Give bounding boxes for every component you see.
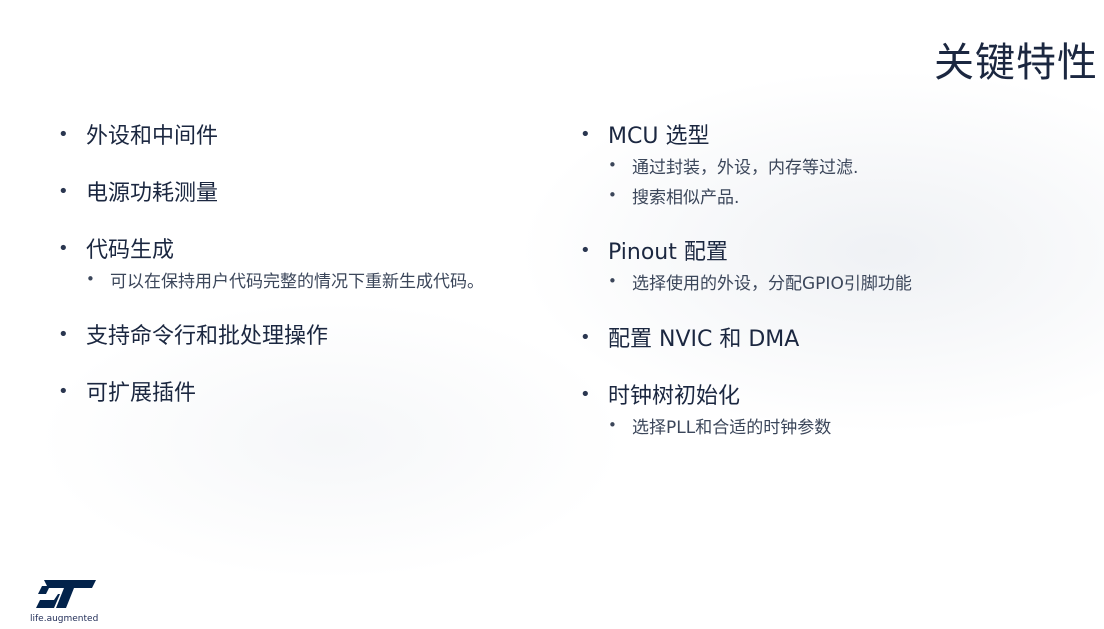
sub-bullet-label: 选择PLL和合适的时钟参数 — [632, 417, 832, 438]
sub-bullet-item: • 选择PLL和合适的时钟参数 — [580, 410, 1080, 440]
bullet-label: 代码生成 — [86, 238, 175, 263]
bullet-icon: • — [58, 323, 69, 345]
right-bullet-list: • MCU 选型 • 通过封装，外设，内存等过滤. • 搜索相似产品. • Pi… — [580, 118, 1080, 440]
sub-bullet-item: • 可以在保持用户代码完整的情况下重新生成代码。 — [58, 264, 538, 294]
sub-bullet-label: 可以在保持用户代码完整的情况下重新生成代码。 — [110, 271, 484, 292]
bullet-icon: • — [58, 180, 69, 202]
bullet-item: • Pinout 配置 — [580, 234, 1080, 266]
bullet-item: • 配置 NVIC 和 DMA — [580, 321, 1080, 353]
bullet-item: • 代码生成 — [58, 232, 538, 264]
bullet-label: Pinout 配置 — [608, 240, 728, 265]
bullet-item: • 可扩展插件 — [58, 375, 538, 407]
sub-bullet-label: 通过封装，外设，内存等过滤. — [632, 157, 859, 178]
bullet-item: • 支持命令行和批处理操作 — [58, 318, 538, 350]
bullet-label: 电源功耗测量 — [86, 181, 219, 206]
bullet-item: • MCU 选型 — [580, 118, 1080, 150]
bullet-item: • 电源功耗测量 — [58, 175, 538, 207]
bullet-label: 可扩展插件 — [86, 381, 197, 406]
sub-bullet-icon: • — [608, 186, 617, 204]
logo-tagline: life.augmented — [30, 614, 99, 624]
bullet-label: MCU 选型 — [608, 124, 710, 149]
bullet-icon: • — [580, 326, 591, 348]
sub-bullet-item: • 搜索相似产品. — [580, 180, 1080, 210]
bullet-label: 配置 NVIC 和 DMA — [608, 327, 800, 352]
sub-bullet-item: • 选择使用的外设，分配GPIO引脚功能 — [580, 266, 1080, 296]
bullet-icon: • — [58, 123, 69, 145]
sub-bullet-label: 搜索相似产品. — [632, 187, 740, 208]
left-bullet-list: • 外设和中间件 • 电源功耗测量 • 代码生成 • 可以在保持用户代码完整的情… — [58, 118, 538, 407]
bullet-icon: • — [58, 237, 69, 259]
sub-bullet-icon: • — [608, 156, 617, 174]
bullet-item: • 时钟树初始化 — [580, 378, 1080, 410]
sub-bullet-icon: • — [608, 272, 617, 290]
bullet-icon: • — [58, 380, 69, 402]
sub-bullet-icon: • — [86, 270, 95, 288]
bullet-icon: • — [580, 383, 591, 405]
slide-title: 关键特性 — [934, 40, 1098, 86]
bullet-item: • 外设和中间件 — [58, 118, 538, 150]
bullet-icon: • — [580, 123, 591, 145]
bullet-label: 时钟树初始化 — [608, 384, 741, 409]
bullet-icon: • — [580, 239, 591, 261]
bullet-label: 外设和中间件 — [86, 124, 219, 149]
sub-bullet-item: • 通过封装，外设，内存等过滤. — [580, 150, 1080, 180]
bullet-label: 支持命令行和批处理操作 — [86, 324, 329, 349]
sub-bullet-icon: • — [608, 416, 617, 434]
sub-bullet-label: 选择使用的外设，分配GPIO引脚功能 — [632, 273, 912, 294]
